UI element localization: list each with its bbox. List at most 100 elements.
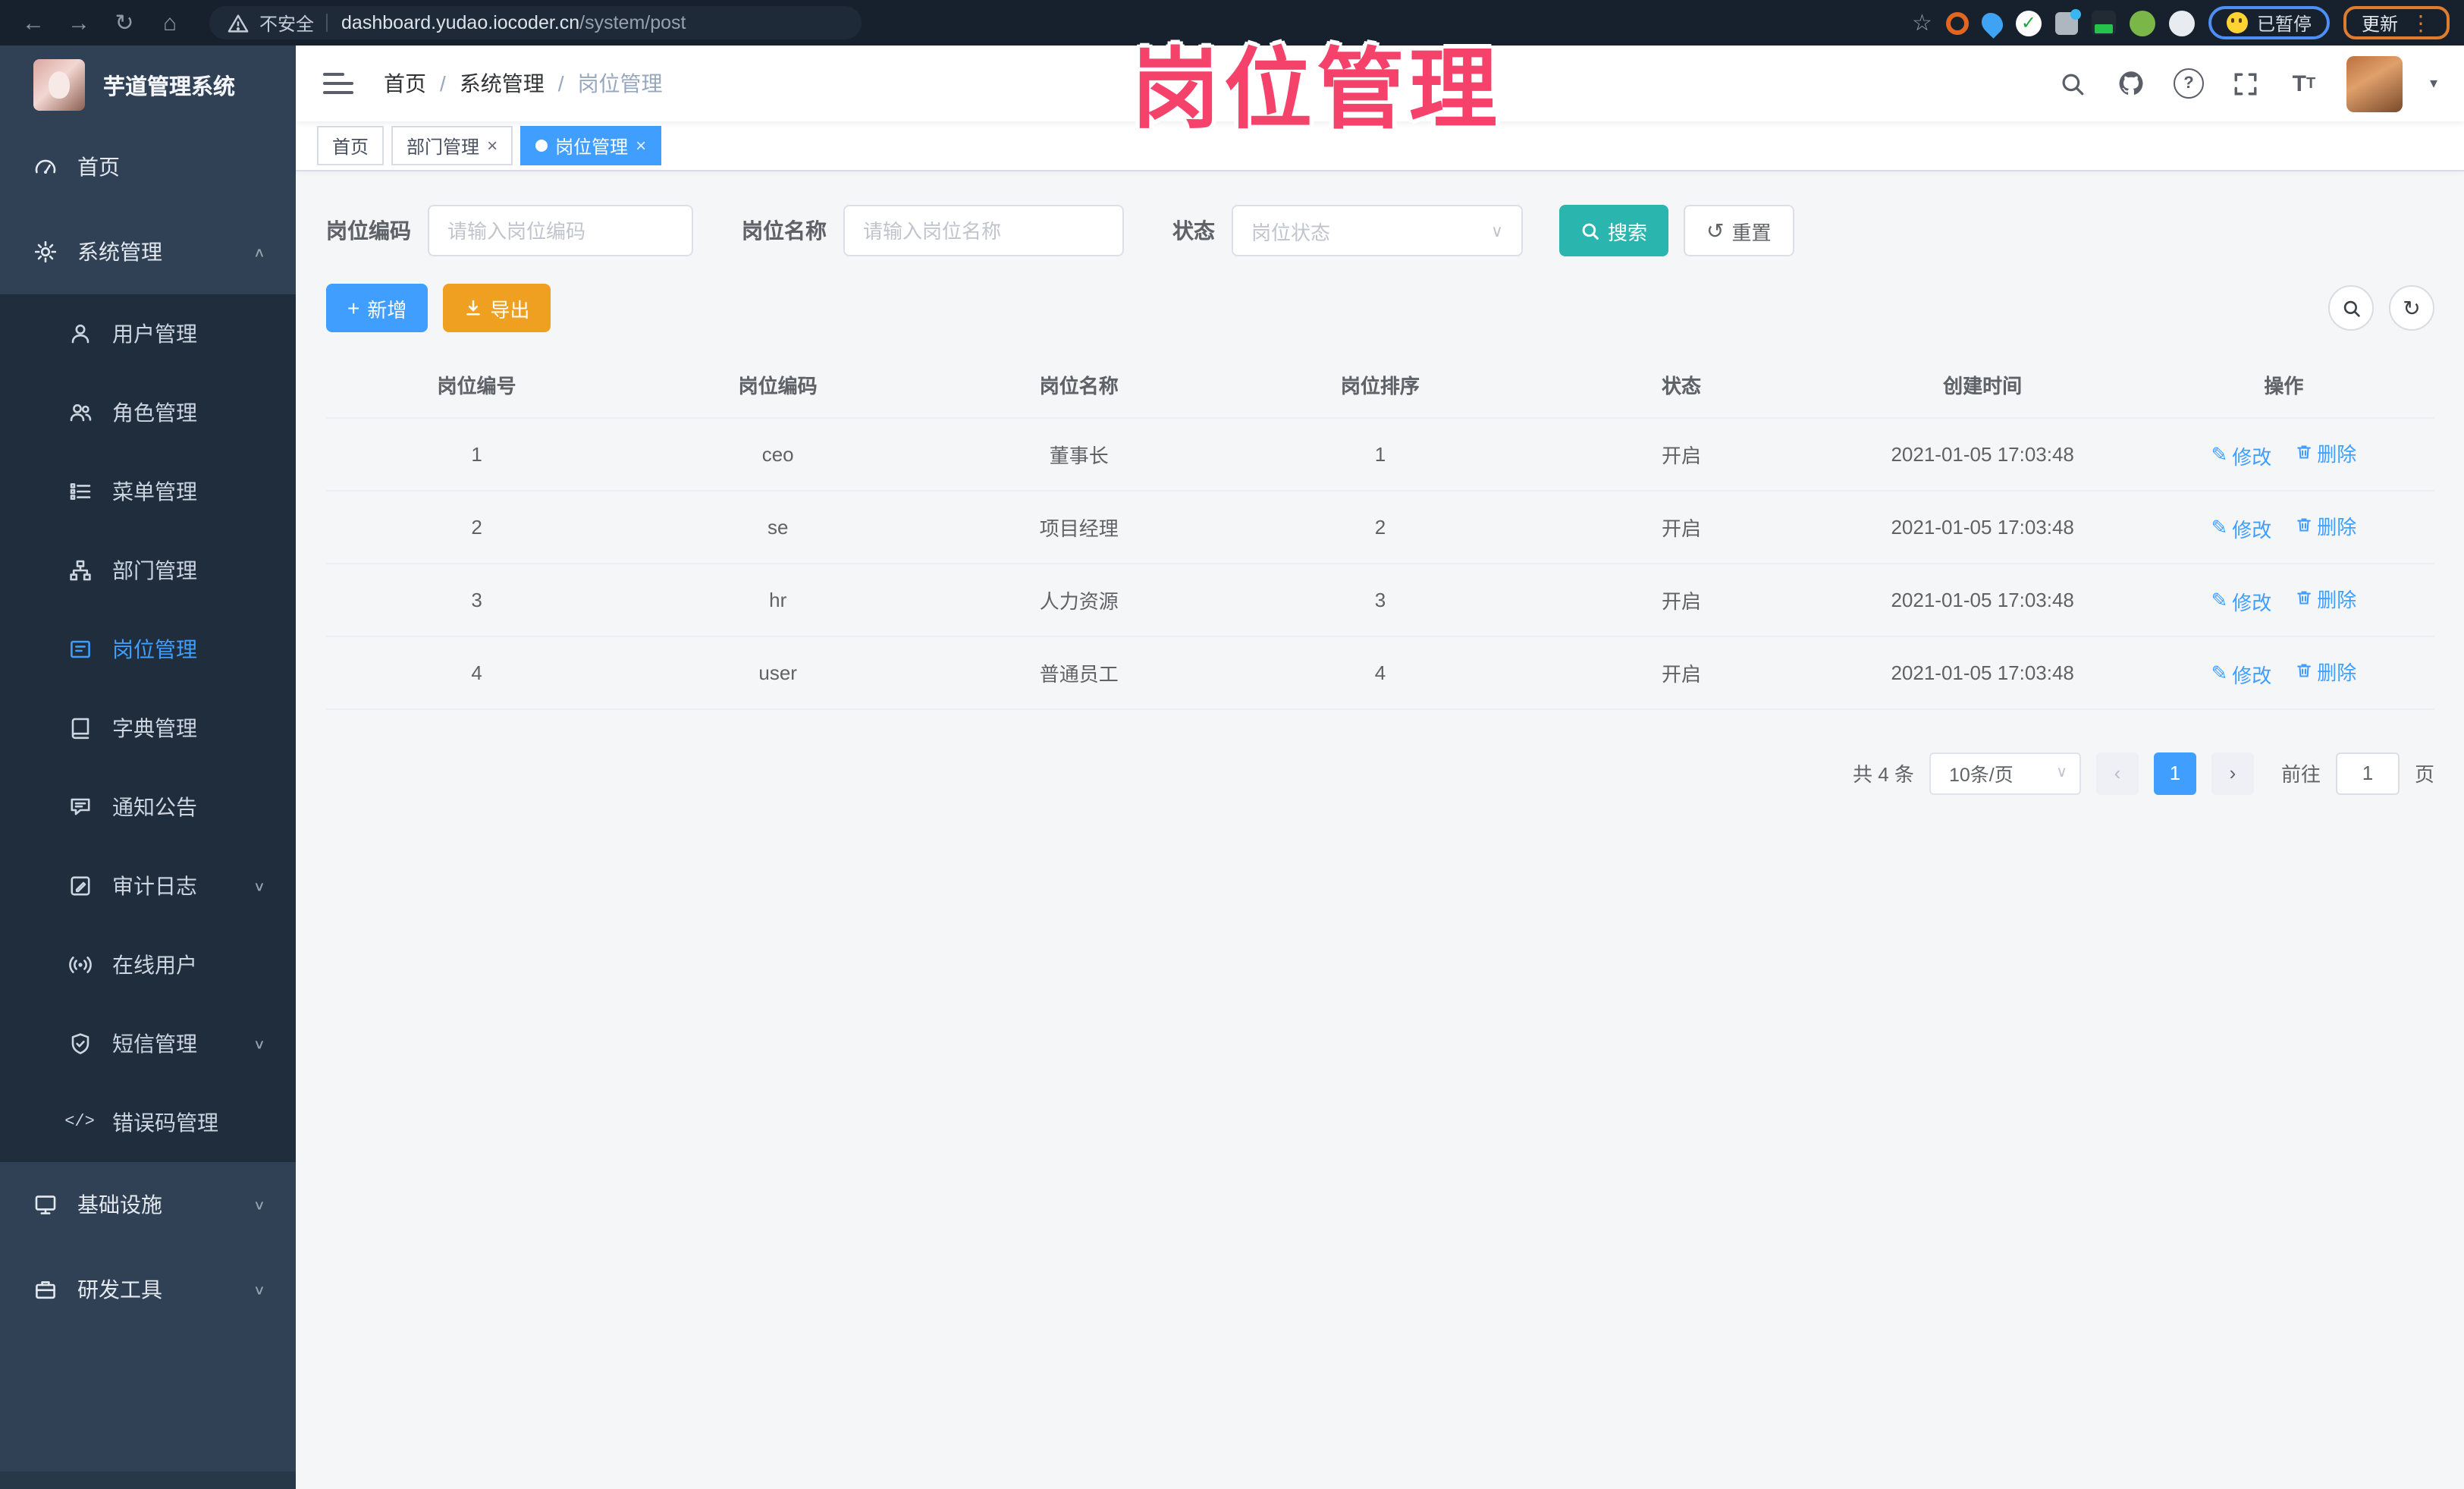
sms-icon xyxy=(67,1032,93,1056)
back-button[interactable]: ← xyxy=(15,5,52,41)
help-icon[interactable]: ? xyxy=(2173,68,2204,99)
fullscreen-icon[interactable] xyxy=(2231,68,2262,99)
delete-link[interactable]: 删除 xyxy=(2294,583,2356,612)
chevron-down-icon[interactable]: ▾ xyxy=(2430,75,2437,92)
sidebar-item-user[interactable]: 用户管理 xyxy=(0,294,296,373)
edit-link[interactable]: ✎ 修改 xyxy=(2211,586,2271,615)
url-path: /system/post xyxy=(579,12,686,33)
prev-page-button[interactable]: ‹ xyxy=(2095,752,2139,794)
screen: ← → ↻ ⌂ 不安全 dashboard.yudao.iocoder.cn/s… xyxy=(0,0,2464,1489)
tab-close-icon[interactable]: × xyxy=(487,137,498,155)
sidebar-item-notice[interactable]: 通知公告 xyxy=(0,768,296,847)
sidebar-item-dict[interactable]: 字典管理 xyxy=(0,689,296,768)
chevron-down-icon: ∨ xyxy=(1490,222,1503,240)
user-avatar[interactable] xyxy=(2346,55,2403,112)
breadcrumb-separator: / xyxy=(557,71,564,96)
goto-label: 前往 xyxy=(2280,763,2321,786)
cell-post-name: 董事长 xyxy=(928,417,1230,491)
search-icon[interactable] xyxy=(2058,68,2089,99)
search-button[interactable]: 搜索 xyxy=(1559,205,1669,256)
role-icon xyxy=(67,401,93,425)
extension-leaf-icon[interactable] xyxy=(2129,10,2155,36)
reload-button[interactable]: ↻ xyxy=(106,5,143,41)
chevron-down-icon: ∨ xyxy=(253,1198,265,1213)
chevron-down-icon: ∨ xyxy=(253,879,265,894)
cell-status: 开启 xyxy=(1530,490,1832,564)
toggle-search-button[interactable] xyxy=(2328,285,2374,331)
sidebar-item-dept[interactable]: 部门管理 xyxy=(0,531,296,610)
add-button[interactable]: + 新增 xyxy=(326,284,428,332)
sidebar-item-sms[interactable]: 短信管理 ∨ xyxy=(0,1004,296,1083)
browser-menu-icon[interactable]: ⋮ xyxy=(2410,12,2431,33)
log-icon xyxy=(67,874,93,898)
security-label: 不安全 xyxy=(259,13,315,34)
delete-link[interactable]: 删除 xyxy=(2294,656,2356,685)
breadcrumb-system[interactable]: 系统管理 xyxy=(460,68,545,99)
extension-gif-icon[interactable] xyxy=(2091,11,2116,35)
export-button[interactable]: 导出 xyxy=(443,284,551,332)
sidebar-item-errcode[interactable]: </> 错误码管理 xyxy=(0,1083,296,1162)
dict-icon xyxy=(67,716,93,740)
extension-check-icon[interactable]: ✓ xyxy=(2015,10,2042,36)
next-page-button[interactable]: › xyxy=(2211,752,2254,794)
edit-link[interactable]: ✎ 修改 xyxy=(2211,514,2271,542)
sidebar-item-post[interactable]: 岗位管理 xyxy=(0,610,296,689)
cell-created-time: 2021-01-05 17:03:48 xyxy=(1832,563,2133,636)
extension-grid-icon[interactable] xyxy=(2054,8,2081,34)
delete-link[interactable]: 删除 xyxy=(2294,438,2356,466)
sidebar-item-devtools[interactable]: 研发工具 ∨ xyxy=(0,1247,296,1332)
hamburger-icon[interactable] xyxy=(323,73,356,94)
sidebar-item-home[interactable]: 首页 xyxy=(0,124,296,209)
pagination: 共 4 条 10条/页 ∨ ‹ 1 › 前往 页 xyxy=(326,752,2434,794)
infra-icon xyxy=(32,1192,58,1217)
breadcrumb-home[interactable]: 首页 xyxy=(384,68,426,99)
status-select[interactable]: 岗位状态 ∨ xyxy=(1232,205,1523,256)
sidebar-item-online[interactable]: 在线用户 xyxy=(0,925,296,1004)
status-label: 状态 xyxy=(1172,218,1215,243)
refresh-button[interactable]: ↻ xyxy=(2389,285,2434,331)
post-name-input[interactable] xyxy=(843,205,1124,256)
extensions-puzzle-icon[interactable] xyxy=(2168,10,2195,36)
cell-post-name: 项目经理 xyxy=(928,490,1230,564)
post-code-input[interactable] xyxy=(428,205,693,256)
sidebar-item-infra[interactable]: 基础设施 ∨ xyxy=(0,1162,296,1247)
column-header-status: 状态 xyxy=(1530,353,1832,418)
table-toolbar: + 新增 导出 ↻ xyxy=(326,284,2434,332)
page-size-select[interactable]: 10条/页 ∨ xyxy=(1929,752,2081,794)
edit-link[interactable]: ✎ 修改 xyxy=(2211,659,2271,688)
sidebar-item-system[interactable]: 系统管理 ∧ xyxy=(0,209,296,294)
cell-post-sort: 2 xyxy=(1229,490,1531,564)
breadcrumb-separator: / xyxy=(440,71,446,96)
extension-pin-icon[interactable] xyxy=(1977,8,2007,38)
sidebar-item-auditlog[interactable]: 审计日志 ∨ xyxy=(0,847,296,925)
sidebar-item-menu[interactable]: 菜单管理 xyxy=(0,452,296,531)
cell-created-time: 2021-01-05 17:03:48 xyxy=(1832,417,2133,491)
goto-page-input[interactable] xyxy=(2335,752,2400,794)
sidebar-item-role[interactable]: 角色管理 xyxy=(0,373,296,452)
tools-icon xyxy=(32,1277,58,1302)
cell-status: 开启 xyxy=(1530,417,1832,491)
cell-post-id: 2 xyxy=(326,490,628,564)
app-logo-row[interactable]: 芋道管理系统 xyxy=(0,46,296,124)
edit-link[interactable]: ✎ 修改 xyxy=(2211,441,2271,470)
tab-close-icon[interactable]: × xyxy=(636,137,646,155)
github-icon[interactable] xyxy=(2116,68,2146,99)
reset-button[interactable]: ↺ 重置 xyxy=(1684,205,1794,256)
sidebar: 芋道管理系统 首页 系统管理 ∧ 用户管理 角色管理 菜单管理 部门管理 岗位管理 字典管理 通知… xyxy=(0,46,296,1489)
cell-actions: ✎ 修改 删除 xyxy=(2133,563,2434,636)
breadcrumb: 首页 / 系统管理 / 岗位管理 xyxy=(384,68,663,99)
update-button[interactable]: 更新 ⋮ xyxy=(2343,6,2450,39)
home-button[interactable]: ⌂ xyxy=(152,5,188,41)
cell-created-time: 2021-01-05 17:03:48 xyxy=(1832,490,2133,564)
extension-orange-icon[interactable] xyxy=(1945,11,1969,34)
bookmark-star-icon[interactable]: ☆ xyxy=(1912,9,1932,36)
forward-button[interactable]: → xyxy=(61,5,97,41)
tab-home[interactable]: 首页 xyxy=(317,126,385,165)
trash-icon xyxy=(2294,589,2312,607)
delete-link[interactable]: 删除 xyxy=(2294,510,2356,539)
tab-dept[interactable]: 部门管理 × xyxy=(391,126,513,165)
address-bar[interactable]: 不安全 dashboard.yudao.iocoder.cn/system/po… xyxy=(209,6,862,39)
tab-post[interactable]: 岗位管理 × xyxy=(520,126,662,165)
font-size-icon[interactable]: TT xyxy=(2289,68,2319,99)
paused-badge[interactable]: 已暂停 xyxy=(2208,6,2330,39)
